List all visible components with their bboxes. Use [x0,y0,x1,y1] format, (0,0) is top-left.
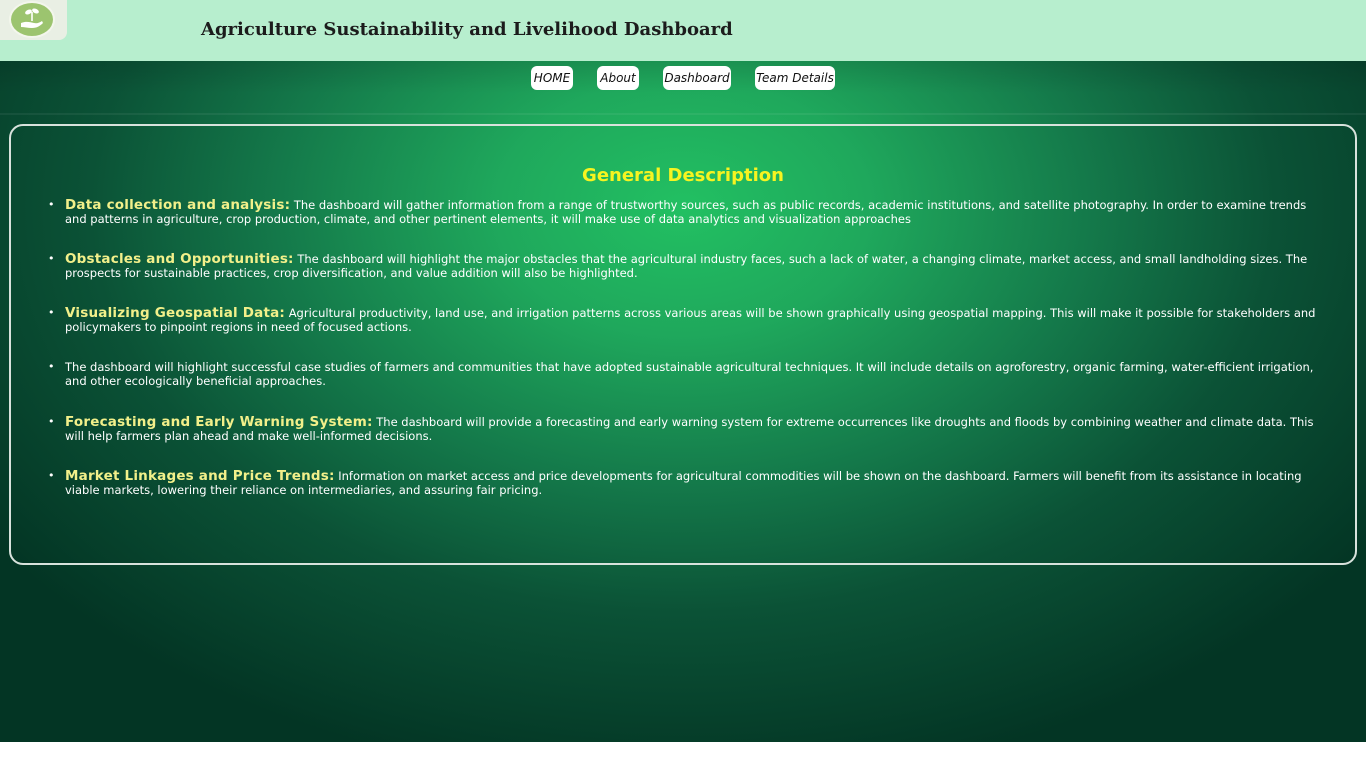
item-heading: Forecasting and Early Warning System: [65,414,373,430]
bullet-icon: • [48,415,55,428]
bullet-icon: • [48,198,55,211]
bullet-icon: • [48,306,55,319]
list-item: • Forecasting and Early Warning System: … [48,414,1327,443]
page-title: Agriculture Sustainability and Livelihoo… [201,19,733,40]
item-heading: Market Linkages and Price Trends: [65,468,335,484]
logo[interactable] [0,0,67,40]
page: Agriculture Sustainability and Livelihoo… [0,0,1366,742]
bullet-icon: • [48,252,55,265]
description-list: • Data collection and analysis: The dash… [48,197,1327,523]
list-item: • Market Linkages and Price Trends: Info… [48,468,1327,497]
top-header: Agriculture Sustainability and Livelihoo… [0,0,1366,61]
nav-about-button[interactable]: About [597,66,639,90]
bullet-icon: • [48,469,55,482]
list-item: • The dashboard will highlight successfu… [48,360,1327,388]
section-title: General Description [582,165,784,186]
item-heading: Visualizing Geospatial Data: [65,305,286,321]
item-text: The dashboard will highlight successful … [65,360,1314,388]
list-item: • Data collection and analysis: The dash… [48,197,1327,226]
nav-home-button[interactable]: HOME [531,66,573,90]
nav-team-details-button[interactable]: Team Details [755,66,835,90]
hand-with-seedling-icon [9,1,55,38]
bullet-icon: • [48,360,55,373]
item-heading: Data collection and analysis: [65,197,291,213]
list-item: • Visualizing Geospatial Data: Agricultu… [48,305,1327,334]
nav-dashboard-button[interactable]: Dashboard [663,66,731,90]
item-heading: Obstacles and Opportunities: [65,251,294,267]
list-item: • Obstacles and Opportunities: The dashb… [48,251,1327,280]
nav-divider [0,113,1366,115]
